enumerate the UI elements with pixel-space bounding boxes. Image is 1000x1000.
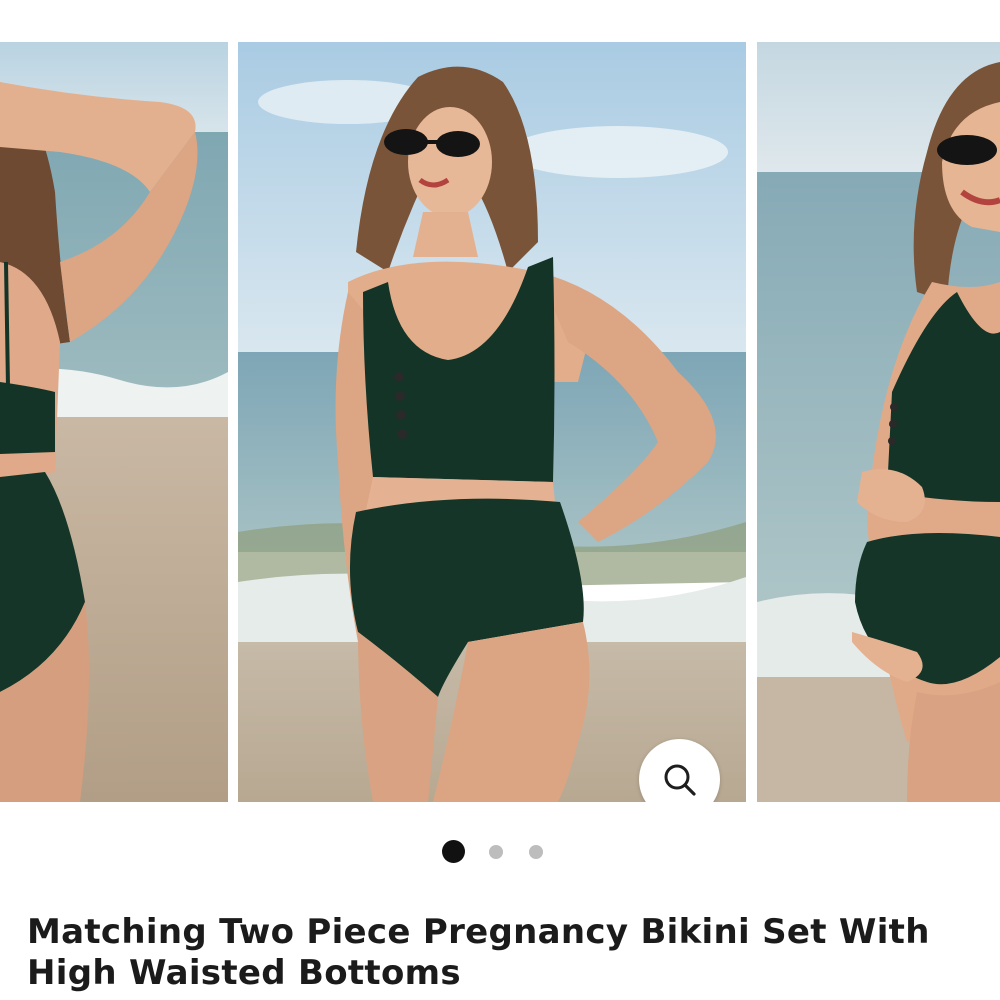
back-view-photo: [0, 42, 228, 802]
side-view-photo: [757, 42, 1000, 802]
gallery-image-front-view[interactable]: [238, 42, 746, 802]
magnifier-icon: [664, 764, 696, 796]
pagination-dot-3[interactable]: [529, 845, 543, 859]
pagination-dot-1-active[interactable]: [442, 840, 465, 863]
gallery-image-side-view[interactable]: [757, 42, 1000, 802]
product-title: Matching Two Piece Pregnancy Bikini Set …: [27, 912, 930, 993]
pagination-dot-2[interactable]: [489, 845, 503, 859]
front-view-photo: [238, 42, 746, 802]
gallery-image-back-view[interactable]: [0, 42, 228, 802]
product-image-gallery[interactable]: [0, 42, 1000, 802]
gallery-pagination: [0, 840, 1000, 864]
